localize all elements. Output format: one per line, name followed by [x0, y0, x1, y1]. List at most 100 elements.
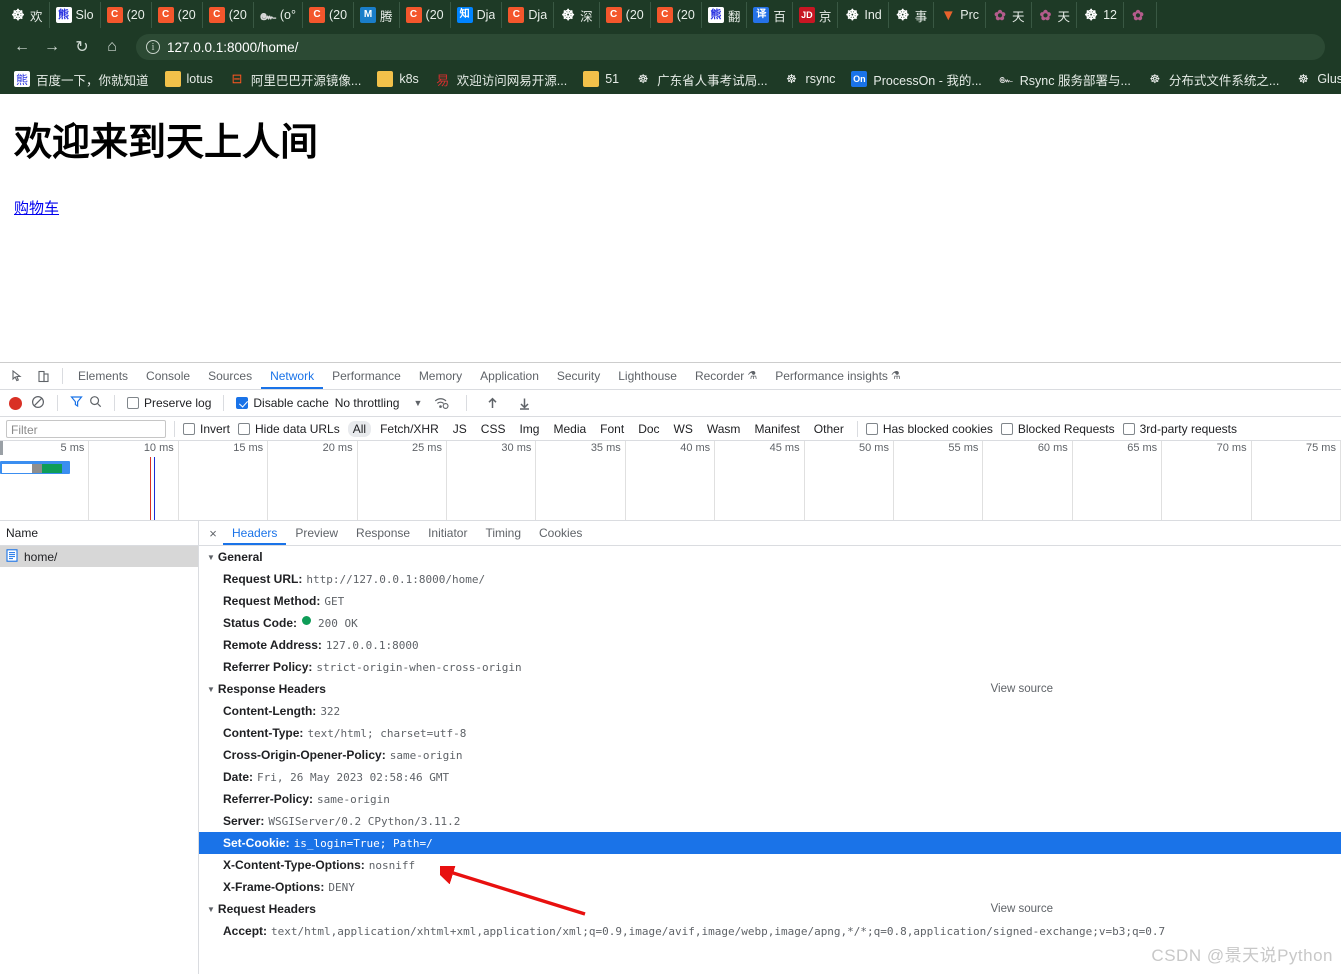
- browser-tab[interactable]: ☸ 12: [1077, 2, 1124, 28]
- reload-icon[interactable]: ↻: [68, 33, 96, 61]
- browser-tab[interactable]: C (20: [152, 2, 203, 28]
- browser-tab[interactable]: C Dja: [502, 2, 555, 28]
- browser-tab[interactable]: ๛ (o°: [254, 2, 303, 28]
- browser-tab[interactable]: ☸ Ind: [838, 2, 889, 28]
- bookmark-item[interactable]: 易欢迎访问网易开源...: [427, 67, 575, 91]
- filter-input[interactable]: Filter: [6, 419, 166, 438]
- header-row[interactable]: X-Content-Type-Options: nosniff: [199, 854, 1341, 876]
- resource-type-filter[interactable]: Media: [548, 421, 591, 437]
- search-icon[interactable]: [89, 395, 102, 411]
- browser-tab[interactable]: C (20: [101, 2, 152, 28]
- header-row[interactable]: Request Method: GET: [199, 590, 1341, 612]
- devtools-tab-application[interactable]: Application: [471, 363, 548, 389]
- browser-tab[interactable]: 知 Dja: [451, 2, 503, 28]
- headers-section-title[interactable]: ▼ General: [199, 546, 1341, 568]
- browser-tab[interactable]: C (20: [400, 2, 451, 28]
- browser-tab[interactable]: ☸ 欢: [4, 2, 50, 28]
- resource-type-filter[interactable]: Doc: [633, 421, 664, 437]
- disable-cache-checkbox[interactable]: [236, 397, 249, 409]
- resource-type-filter[interactable]: Font: [595, 421, 629, 437]
- browser-tab[interactable]: ✿: [1124, 2, 1157, 28]
- browser-tab[interactable]: ☸ 深: [554, 2, 600, 28]
- view-source-link[interactable]: View source: [991, 903, 1053, 915]
- header-row[interactable]: Date: Fri, 26 May 2023 02:58:46 GMT: [199, 766, 1341, 788]
- import-har-icon[interactable]: [479, 391, 505, 415]
- devtools-tab-recorder[interactable]: Recorder ⚗: [686, 363, 766, 389]
- detail-tab-initiator[interactable]: Initiator: [419, 521, 476, 545]
- devtools-tab-sources[interactable]: Sources: [199, 363, 261, 389]
- header-row[interactable]: Referrer-Policy: same-origin: [199, 788, 1341, 810]
- invert-toggle[interactable]: Invert: [183, 422, 230, 436]
- bookmark-item[interactable]: lotus: [157, 67, 221, 91]
- preserve-log-checkbox[interactable]: [127, 397, 139, 409]
- browser-tab[interactable]: C (20: [600, 2, 651, 28]
- bookmark-item[interactable]: ☸ 广东省人事考试局...: [627, 67, 775, 91]
- close-icon[interactable]: ×: [203, 526, 223, 541]
- clear-icon[interactable]: [31, 395, 45, 412]
- bookmark-item[interactable]: 51: [575, 67, 627, 91]
- devtools-tab-console[interactable]: Console: [137, 363, 199, 389]
- has-blocked-cookies-checkbox[interactable]: [865, 422, 878, 435]
- bookmark-item[interactable]: 熊百度一下，你就知道: [6, 67, 157, 91]
- detail-tab-response[interactable]: Response: [347, 521, 419, 545]
- hide-data-urls-toggle[interactable]: Hide data URLs: [238, 422, 340, 436]
- blocked-requests-checkbox[interactable]: [1000, 422, 1013, 435]
- preserve-log-toggle[interactable]: Preserve log: [127, 396, 211, 410]
- export-har-icon[interactable]: [511, 391, 537, 415]
- resource-type-filter[interactable]: Img: [514, 421, 544, 437]
- third-party-requests-checkbox[interactable]: [1122, 422, 1135, 435]
- request-list-header[interactable]: Name: [0, 521, 198, 546]
- bookmark-item[interactable]: ☸ rsync: [776, 67, 844, 91]
- invert-checkbox[interactable]: [183, 422, 195, 435]
- bookmark-item[interactable]: k8s: [369, 67, 426, 91]
- request-row-home[interactable]: home/: [0, 546, 198, 567]
- resource-type-filter[interactable]: CSS: [476, 421, 511, 437]
- network-overview-timeline[interactable]: 5 ms 10 ms 15 ms 20 ms 25 ms 30 ms 35 ms 40 ms 4…: [0, 441, 1341, 521]
- hide-data-urls-checkbox[interactable]: [238, 422, 251, 435]
- resource-type-filter[interactable]: Manifest: [749, 421, 804, 437]
- devtools-tab-lighthouse[interactable]: Lighthouse: [609, 363, 686, 389]
- browser-tab[interactable]: ✿ 天: [986, 2, 1032, 28]
- headers-section-title[interactable]: ▼ Response Headers: [199, 678, 1341, 700]
- browser-tab[interactable]: 译百: [747, 2, 793, 28]
- home-icon[interactable]: ⌂: [98, 33, 126, 61]
- bookmark-item[interactable]: ⊟ 阿里巴巴开源镜像...: [221, 67, 369, 91]
- throttling-select[interactable]: No throttling ▼: [335, 396, 423, 410]
- cart-link[interactable]: 购物车: [14, 197, 59, 218]
- bookmark-item[interactable]: ๛ Rsync 服务部署与...: [990, 67, 1139, 91]
- header-row[interactable]: Content-Length: 322: [199, 700, 1341, 722]
- header-row[interactable]: Server: WSGIServer/0.2 CPython/3.11.2: [199, 810, 1341, 832]
- detail-tab-headers[interactable]: Headers: [223, 521, 286, 545]
- address-bar[interactable]: i 127.0.0.1:8000/home/: [136, 34, 1325, 60]
- devtools-tab-performance[interactable]: Performance: [323, 363, 410, 389]
- header-row[interactable]: Cross-Origin-Opener-Policy: same-origin: [199, 744, 1341, 766]
- browser-tab[interactable]: C (20: [203, 2, 254, 28]
- third-party-requests-toggle[interactable]: 3rd-party requests: [1122, 422, 1237, 436]
- header-row[interactable]: Accept: text/html,application/xhtml+xml,a…: [199, 920, 1341, 942]
- browser-tab[interactable]: 熊 Slo: [50, 2, 101, 28]
- header-row[interactable]: Status Code: 200 OK: [199, 612, 1341, 634]
- header-row[interactable]: Referrer Policy: strict-origin-when-cross…: [199, 656, 1341, 678]
- device-toolbar-icon[interactable]: [30, 364, 56, 388]
- detail-tab-cookies[interactable]: Cookies: [530, 521, 591, 545]
- browser-tab[interactable]: C (20: [303, 2, 355, 28]
- browser-tab[interactable]: C (20: [651, 2, 702, 28]
- resource-type-filter[interactable]: JS: [448, 421, 472, 437]
- header-row[interactable]: Request URL: http://127.0.0.1:8000/home/: [199, 568, 1341, 590]
- devtools-tab-network[interactable]: Network: [261, 363, 323, 389]
- resource-type-filter[interactable]: Other: [809, 421, 849, 437]
- bookmark-item[interactable]: ☸ Glus: [1287, 67, 1341, 91]
- detail-tab-preview[interactable]: Preview: [286, 521, 347, 545]
- resource-type-filter[interactable]: All: [347, 420, 372, 437]
- header-row[interactable]: X-Frame-Options: DENY: [199, 876, 1341, 898]
- back-icon[interactable]: ←: [8, 33, 36, 61]
- browser-tab[interactable]: M腾: [354, 2, 400, 28]
- header-row[interactable]: Remote Address: 127.0.0.1:8000: [199, 634, 1341, 656]
- headers-section-title[interactable]: ▼ Request Headers: [199, 898, 1341, 920]
- resource-type-filter[interactable]: Wasm: [702, 421, 746, 437]
- resource-type-filter[interactable]: Fetch/XHR: [375, 421, 444, 437]
- network-conditions-icon[interactable]: [428, 391, 454, 415]
- disable-cache-toggle[interactable]: Disable cache: [236, 396, 329, 410]
- devtools-tab-elements[interactable]: Elements: [69, 363, 137, 389]
- devtools-tab-memory[interactable]: Memory: [410, 363, 471, 389]
